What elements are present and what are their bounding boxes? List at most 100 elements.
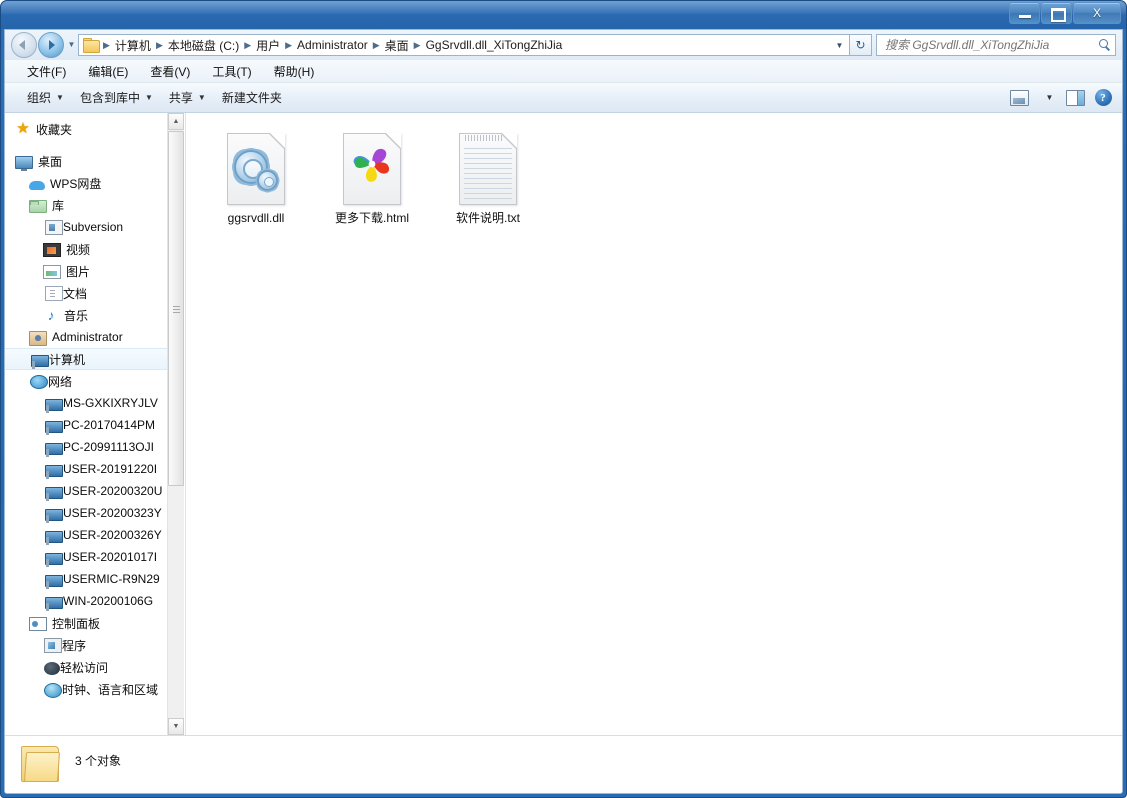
new-folder-button[interactable]: 新建文件夹 bbox=[214, 86, 290, 109]
document-icon bbox=[45, 286, 63, 301]
address-bar[interactable]: ▶ 计算机 ▶ 本地磁盘 (C:) ▶ 用户 ▶ Administrator ▶… bbox=[78, 34, 850, 56]
sidebar-item-documents[interactable]: 文档 bbox=[5, 282, 170, 304]
address-dropdown-icon[interactable]: ▼ bbox=[832, 41, 847, 50]
sidebar-item-desktop[interactable]: 桌面 bbox=[5, 150, 170, 172]
share-with-label: 共享 bbox=[168, 91, 193, 105]
breadcrumb-item-0[interactable]: 计算机 bbox=[112, 36, 154, 55]
preview-pane-button[interactable] bbox=[1062, 87, 1088, 109]
status-bar: 3 个对象 bbox=[5, 735, 1122, 793]
back-button[interactable] bbox=[11, 32, 37, 58]
sidebar-item-subversion[interactable]: Subversion bbox=[5, 216, 170, 238]
item-count-label: 3 个对象 bbox=[75, 754, 122, 768]
search-input[interactable] bbox=[883, 37, 1097, 53]
pc-icon bbox=[45, 486, 63, 501]
file-grid: ggsrvdll.dll 更多下载.html 软件说明.txt bbox=[186, 113, 1122, 232]
view-icon bbox=[1009, 89, 1029, 106]
html-pinwheel-icon bbox=[340, 133, 404, 205]
desktop-icon bbox=[15, 155, 33, 171]
sidebar-item-network-computer[interactable]: PC-20991113OJI bbox=[5, 436, 170, 458]
sidebar-item-network-computer[interactable]: WIN-20200106G bbox=[5, 590, 170, 612]
minimize-button[interactable] bbox=[1009, 2, 1040, 24]
view-dropdown-button[interactable]: ▼ bbox=[1034, 87, 1060, 109]
breadcrumb-item-3[interactable]: Administrator bbox=[294, 37, 371, 53]
close-button[interactable]: X bbox=[1073, 2, 1121, 24]
title-bar[interactable]: X bbox=[1, 1, 1126, 29]
forward-button[interactable] bbox=[38, 32, 64, 58]
share-with-button[interactable]: 共享 ▼ bbox=[161, 86, 214, 109]
sidebar-item-network-computer[interactable]: USER-20200323Y bbox=[5, 502, 170, 524]
sidebar-item-network-computer[interactable]: PC-20170414PM bbox=[5, 414, 170, 436]
sidebar-item-computer[interactable]: 计算机 bbox=[5, 348, 170, 370]
file-item[interactable]: ggsrvdll.dll bbox=[198, 129, 314, 232]
sidebar-item-libraries[interactable]: 库 bbox=[5, 194, 170, 216]
menu-item-tools[interactable]: 工具(T) bbox=[204, 61, 259, 82]
sidebar-item-label: USER-20201017I bbox=[63, 550, 158, 564]
sidebar-item-favorites[interactable]: ★ 收藏夹 bbox=[5, 118, 170, 140]
recent-pages-button[interactable]: ▼ bbox=[65, 33, 78, 57]
file-list-pane[interactable]: ggsrvdll.dll 更多下载.html 软件说明.txt bbox=[186, 113, 1122, 735]
scrollbar-thumb[interactable] bbox=[168, 131, 184, 486]
sidebar-item-control-panel[interactable]: 控制面板 bbox=[5, 612, 170, 634]
sidebar-item-label: 计算机 bbox=[49, 352, 86, 367]
refresh-button[interactable]: ↻ bbox=[850, 34, 872, 56]
sidebar-item-wps-cloud[interactable]: WPS网盘 bbox=[5, 172, 170, 194]
sidebar-item-network-computer[interactable]: USER-20191220I bbox=[5, 458, 170, 480]
breadcrumb-item-2[interactable]: 用户 bbox=[253, 36, 283, 55]
sidebar-item-clock-region[interactable]: 时钟、语言和区域 bbox=[5, 678, 170, 700]
search-box[interactable] bbox=[876, 34, 1116, 56]
sidebar-item-administrator[interactable]: Administrator bbox=[5, 326, 170, 348]
pc-icon bbox=[45, 420, 63, 435]
library-icon bbox=[29, 200, 47, 213]
menu-item-view[interactable]: 查看(V) bbox=[142, 61, 198, 82]
help-button[interactable]: ? bbox=[1090, 87, 1116, 109]
client-area: ▼ ▶ 计算机 ▶ 本地磁盘 (C:) ▶ 用户 ▶ Administrator… bbox=[4, 29, 1123, 794]
breadcrumb-separator: ▶ bbox=[372, 39, 380, 50]
maximize-button[interactable] bbox=[1041, 2, 1072, 24]
sidebar-item-label: 桌面 bbox=[38, 154, 63, 169]
video-icon bbox=[43, 243, 61, 257]
pc-icon bbox=[45, 398, 63, 413]
breadcrumb-separator: ▶ bbox=[413, 39, 421, 50]
sidebar-item-network-computer[interactable]: USER-20200320U bbox=[5, 480, 170, 502]
sidebar-item-pictures[interactable]: 图片 bbox=[5, 260, 170, 282]
scroll-down-button[interactable]: ▼ bbox=[168, 718, 184, 735]
sidebar-item-network[interactable]: 网络 bbox=[5, 370, 170, 392]
gear-small-icon bbox=[257, 170, 278, 191]
new-folder-label: 新建文件夹 bbox=[221, 91, 282, 105]
breadcrumb-item-4[interactable]: 桌面 bbox=[382, 36, 412, 55]
star-icon: ★ bbox=[16, 120, 30, 137]
sidebar-item-programs[interactable]: 程序 bbox=[5, 634, 170, 656]
help-icon: ? bbox=[1094, 89, 1112, 106]
sidebar-item-videos[interactable]: 视频 bbox=[5, 238, 170, 260]
menu-item-file[interactable]: 文件(F) bbox=[19, 61, 74, 82]
sidebar-item-network-computer[interactable]: USERMIC-R9N29 bbox=[5, 568, 170, 590]
include-in-library-button[interactable]: 包含到库中 ▼ bbox=[72, 86, 161, 109]
menu-item-edit[interactable]: 编辑(E) bbox=[80, 61, 136, 82]
navigation-tree: ★ 收藏夹 桌面 WPS网盘 库 Subversion 视频 图片 文档 ♪ 音… bbox=[5, 113, 170, 700]
scroll-up-button[interactable]: ▲ bbox=[168, 113, 184, 130]
file-item[interactable]: 软件说明.txt bbox=[430, 129, 546, 232]
sidebar-item-label: PC-20170414PM bbox=[63, 418, 156, 432]
menu-item-help[interactable]: 帮助(H) bbox=[266, 61, 323, 82]
sidebar-item-label: 时钟、语言和区域 bbox=[62, 682, 159, 697]
sidebar-item-music[interactable]: ♪ 音乐 bbox=[5, 304, 170, 326]
organize-button[interactable]: 组织 ▼ bbox=[19, 86, 72, 109]
chevron-down-icon: ▼ bbox=[197, 93, 206, 102]
change-view-button[interactable] bbox=[1006, 87, 1032, 109]
notepad-spiral-icon bbox=[463, 135, 504, 141]
breadcrumb-item-1[interactable]: 本地磁盘 (C:) bbox=[165, 36, 242, 55]
file-item[interactable]: 更多下载.html bbox=[314, 129, 430, 232]
file-name-label: ggsrvdll.dll bbox=[227, 211, 285, 225]
breadcrumb-item-5[interactable]: GgSrvdll.dll_XiTongZhiJia bbox=[423, 37, 566, 53]
sidebar-item-ease-of-access[interactable]: 轻松访问 bbox=[5, 656, 170, 678]
sidebar-item-network-computer[interactable]: MS-GXKIXRYJLV bbox=[5, 392, 170, 414]
pc-icon bbox=[45, 508, 63, 523]
chevron-down-icon: ▼ bbox=[144, 93, 153, 102]
sidebar-item-network-computer[interactable]: USER-20201017I bbox=[5, 546, 170, 568]
sidebar-item-network-computer[interactable]: USER-20200326Y bbox=[5, 524, 170, 546]
breadcrumb-separator: ▶ bbox=[244, 39, 252, 50]
file-name-label: 软件说明.txt bbox=[455, 211, 520, 225]
close-icon: X bbox=[1092, 6, 1101, 20]
include-in-library-label: 包含到库中 bbox=[79, 91, 140, 105]
navigation-scrollbar[interactable]: ▲ ▼ bbox=[167, 113, 184, 735]
